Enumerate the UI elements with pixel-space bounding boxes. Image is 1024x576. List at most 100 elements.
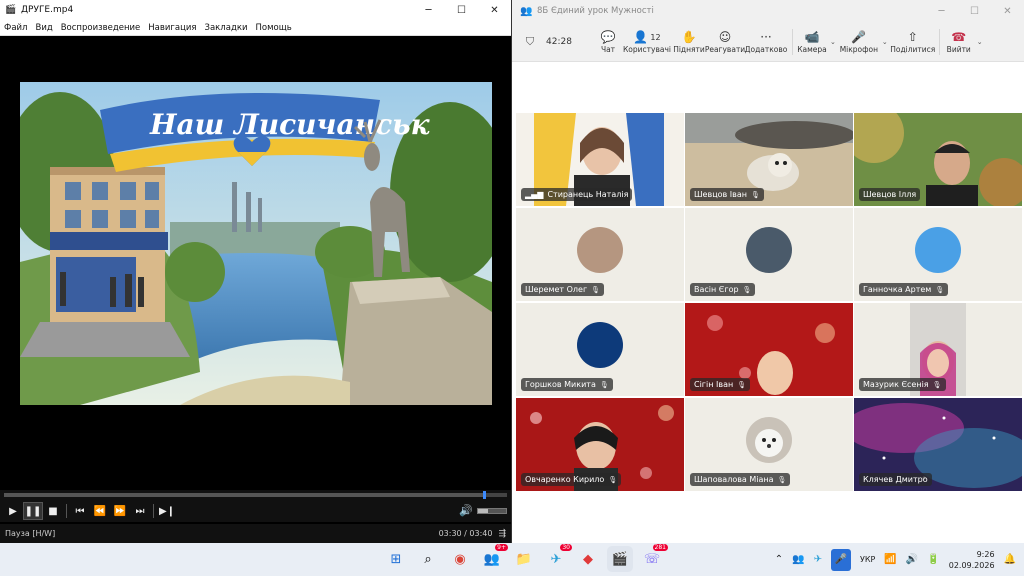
participant-tile[interactable]: Шевцов Ілля [854,113,1022,206]
people-icon: 👤 12 [633,30,661,44]
telegram-tray-icon[interactable]: ✈ [814,554,822,565]
seek-handle[interactable] [483,491,487,499]
toolbar-divider [792,28,793,55]
participant-tile[interactable]: Горшков Микита 🎙 [516,303,684,396]
telegram-icon[interactable]: ✈ 30 [543,544,572,572]
speaker-icon[interactable]: 🔊 [459,504,473,517]
raise-hand-button[interactable]: ✋ Підняти [672,22,706,62]
participant-tile[interactable]: Мазурик Єсенія 🎙 [854,303,1022,396]
mic-muted-icon: 🎙 [935,285,945,294]
participant-tile[interactable]: Шевцов Іван 🎙 [685,113,853,206]
avatar [577,321,623,368]
chat-icon: 💬 [600,30,616,44]
maximize-button[interactable]: ☐ [958,1,991,21]
system-tray: ⌃ 👥 ✈ 🎤 УКР 📶 🔊 🔋 9:26 02.09.2026 🔔 [775,543,1016,576]
menu-view[interactable]: Вид [31,23,56,33]
minimize-button[interactable]: ─ [925,1,958,21]
menu-bookmarks[interactable]: Закладки [201,23,252,33]
stop-icon[interactable]: ■ [43,502,63,520]
participant-tile[interactable]: ▂▄▆ Стиранець Наталія [516,113,684,206]
seek-bar[interactable] [0,490,511,500]
chat-button[interactable]: 💬 Чат [594,22,622,62]
playback-controls: ▶ ❚❚ ■ ⏮ ⏪ ⏩ ⏭ ▶❙ 🔊 [0,500,511,522]
volume-icon[interactable]: 🔊 [906,554,918,565]
participant-tile[interactable]: Васін Єгор 🎙 [685,208,853,301]
avatar [746,416,792,463]
notifications-icon[interactable]: 🔔 [1004,554,1016,565]
mic-label: Мікрофон [839,45,879,54]
chevron-down-icon[interactable]: ⌄ [830,38,836,46]
mic-muted-icon: 🎙 [599,380,609,389]
language-indicator[interactable]: УКР [860,555,875,564]
microphone-tray-icon[interactable]: 🎤 [830,548,851,571]
volume-slider[interactable] [477,507,507,514]
media-player-taskbar-icon[interactable]: 🎬 [607,546,633,572]
participant-name: Клячев Дмитро [859,473,932,486]
seek-track[interactable] [4,491,507,499]
maximize-button[interactable]: ☐ [445,0,478,20]
media-player-window: 🎬 ДРУГЕ.mp4 ─ ☐ ✕ Файл Вид Воспроизведен… [0,0,512,543]
pause-icon[interactable]: ❚❚ [23,502,43,520]
search-icon[interactable]: ⌕ [415,546,441,572]
rewind-icon[interactable]: ⏪ [90,502,110,520]
chevron-down-icon[interactable]: ⌄ [977,38,983,46]
share-button[interactable]: ⇧ Поділитися [890,22,936,62]
menu-playback[interactable]: Воспроизведение [57,23,145,33]
pdf-reader-icon[interactable]: ◆ [575,546,601,572]
separator [153,504,154,518]
play-icon[interactable]: ▶ [3,502,23,520]
video-area[interactable]: Наш Лисичанськ [0,37,511,488]
menu-file[interactable]: Файл [0,23,31,33]
file-explorer-icon[interactable]: 📁 [511,546,537,572]
participant-tile[interactable]: Сігін Іван 🎙 [685,303,853,396]
wifi-icon[interactable]: 📶 [884,554,896,565]
viber-icon[interactable]: ☏ 281 [639,544,668,572]
leave-label: Вийти [946,45,971,54]
participant-tile[interactable]: Шеремет Олег 🎙 [516,208,684,301]
more-button[interactable]: ··· Додатково [744,22,788,62]
react-button[interactable]: ☺ Реагувати [705,22,745,62]
minimize-button[interactable]: ─ [412,0,445,20]
chevron-up-icon[interactable]: ⌃ [775,554,783,565]
menu-help[interactable]: Помощь [252,23,296,33]
teams-icon: 👥 [520,5,533,17]
chat-label: Чат [600,45,616,54]
participant-name: Мазурик Єсенія 🎙 [859,378,946,391]
raise-label: Підняти [673,45,705,54]
toolbar-divider [938,28,940,55]
leave-button[interactable]: ☎ Вийти [944,22,974,62]
participant-tile[interactable]: Шаповалова Міана 🎙 [685,398,853,491]
camera-button[interactable]: 📹 Камера [797,22,827,62]
skip-previous-icon[interactable]: ⏮ [70,502,90,520]
menu-navigate[interactable]: Навигация [144,23,200,33]
windows-start-icon[interactable]: ⊞ [383,546,409,572]
volume-control: 🔊 [459,504,507,517]
shield-icon[interactable]: ⛉ [518,35,542,49]
desktop: 🎬 ДРУГЕ.mp4 ─ ☐ ✕ Файл Вид Воспроизведен… [0,0,1024,576]
seek-progress [4,493,485,497]
share-label: Поділитися [890,45,936,54]
close-button[interactable]: ✕ [991,1,1024,21]
mic-button[interactable]: 🎤 Мікрофон [839,22,879,62]
menu-bar: Файл Вид Воспроизведение Навигация Закла… [0,20,511,36]
frame-step-icon[interactable]: ▶❙ [157,502,177,520]
fast-forward-icon[interactable]: ⏩ [110,502,130,520]
mic-muted-icon: 🎙 [737,380,747,389]
participant-tile[interactable]: Ганночка Артем 🎙 [854,208,1022,301]
participant-tile[interactable]: Клячев Дмитро [854,398,1022,491]
teams-icon[interactable]: 👥 9+ [479,544,508,572]
close-button[interactable]: ✕ [478,0,511,20]
people-button[interactable]: 👤 12 Користувачі [622,22,672,62]
teams-tray-icon[interactable]: 👥 [792,554,804,565]
clock-date: 02.09.2026 [948,560,995,570]
skip-next-icon[interactable]: ⏭ [130,502,150,520]
battery-icon[interactable]: 🔋 [927,554,939,565]
clock[interactable]: 9:26 02.09.2026 [949,549,995,571]
participant-name: Васін Єгор 🎙 [690,283,756,296]
participants-grid: ▂▄▆ Стиранець Наталія Шевцов Іван 🎙 Шевц… [512,62,1024,543]
participant-tile[interactable]: Овчаренко Кирило 🎙 [516,398,684,491]
chevron-down-icon[interactable]: ⌄ [882,38,888,46]
chrome-icon[interactable]: ◉ [447,546,473,572]
time-display: 03:30 / 03:40 [438,529,493,538]
clapperboard-icon: 🎬 [5,5,17,15]
